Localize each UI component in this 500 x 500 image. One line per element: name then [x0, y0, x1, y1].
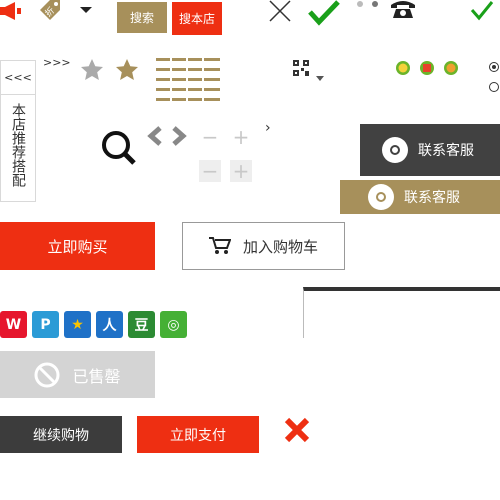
- telephone-icon: [390, 0, 416, 18]
- cart-icon: [208, 237, 232, 255]
- arrow-right-icon[interactable]: [170, 126, 188, 146]
- continue-shopping-button[interactable]: 继续购物: [0, 416, 122, 453]
- close-icon[interactable]: [268, 0, 292, 22]
- quantity-minus-button[interactable]: −: [199, 125, 221, 149]
- caret-down-icon[interactable]: [80, 0, 92, 13]
- radio-checked[interactable]: [489, 62, 499, 72]
- search-magnifier-icon[interactable]: [101, 130, 137, 166]
- arrow-left-icon[interactable]: [146, 126, 164, 146]
- megaphone-icon: [0, 2, 24, 20]
- wechat-icon[interactable]: ◎: [160, 311, 187, 338]
- quantity-plus-button[interactable]: +: [230, 125, 252, 149]
- contact-service-gold-button[interactable]: 联系客服: [340, 180, 500, 214]
- delete-x-icon[interactable]: [284, 417, 310, 443]
- discount-tag-icon: 折: [38, 0, 62, 22]
- sold-out-button: 已售罄: [0, 351, 155, 398]
- qrcode-icon[interactable]: [293, 60, 309, 76]
- quantity-minus-disabled: −: [199, 159, 221, 183]
- badge-seven-days-icon: [395, 60, 411, 76]
- carousel-dot-icon[interactable]: [357, 1, 363, 7]
- recommend-label: 本店推荐搭配: [10, 103, 26, 187]
- share-icons: W P ★ 人 豆 ◎: [0, 311, 187, 338]
- expand-arrows[interactable]: >>>: [43, 56, 71, 69]
- radio-unchecked[interactable]: [489, 82, 499, 92]
- pay-now-button[interactable]: 立即支付: [137, 416, 259, 453]
- contact-service-label: 联系客服: [418, 143, 474, 159]
- checkmark-icon: [308, 0, 340, 26]
- badge-guarantee-icon: [419, 60, 435, 76]
- renren-icon[interactable]: 人: [96, 311, 123, 338]
- content-box: [303, 287, 500, 338]
- qzone-icon[interactable]: ★: [64, 311, 91, 338]
- caret-down-icon[interactable]: [316, 66, 324, 81]
- star-gold-icon[interactable]: [115, 58, 139, 82]
- weibo-icon[interactable]: W: [0, 311, 27, 338]
- search-button[interactable]: 搜索: [117, 2, 167, 33]
- contact-service-dark-button[interactable]: 联系客服: [360, 124, 500, 176]
- star-gray-icon[interactable]: [80, 58, 104, 82]
- badge-refund-icon: [443, 60, 459, 76]
- checkmark-small-icon: [470, 0, 494, 22]
- search-store-button[interactable]: 搜本店: [172, 2, 222, 35]
- recommend-panel: <<< 本店推荐搭配: [0, 60, 36, 202]
- tencent-weibo-icon[interactable]: P: [32, 311, 59, 338]
- add-to-cart-button[interactable]: 加入购物车: [182, 222, 345, 270]
- add-to-cart-label: 加入购物车: [242, 237, 318, 256]
- carousel-dot-icon[interactable]: [372, 1, 378, 7]
- headset-icon: [382, 137, 408, 163]
- collapse-arrows[interactable]: <<<: [1, 61, 35, 95]
- sold-out-label: 已售罄: [72, 366, 121, 386]
- headset-icon: [368, 184, 394, 210]
- list-view-icon[interactable]: [156, 58, 220, 102]
- contact-service-label: 联系客服: [404, 190, 460, 206]
- buy-now-button[interactable]: 立即购买: [0, 222, 155, 270]
- chevron-right-icon[interactable]: ›: [265, 120, 271, 136]
- quantity-plus-disabled: +: [230, 159, 252, 183]
- douban-icon[interactable]: 豆: [128, 311, 155, 338]
- no-entry-icon: [34, 362, 60, 388]
